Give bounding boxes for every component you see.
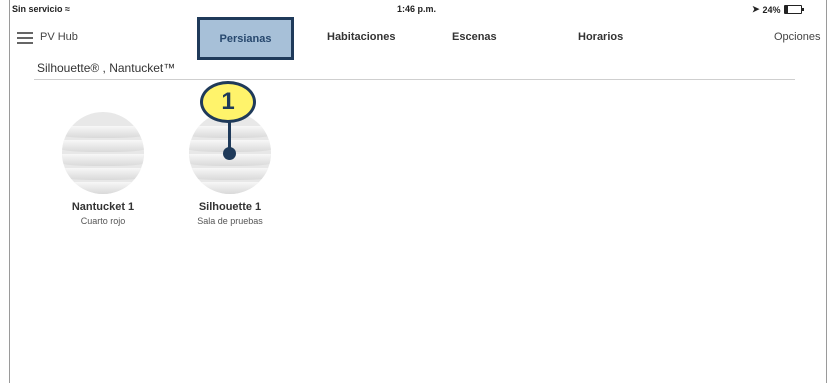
options-button[interactable]: Opciones [774,31,820,43]
tab-persianas[interactable]: Persianas [197,17,294,60]
callout-badge: 1 [200,81,256,123]
tab-horarios[interactable]: Horarios [578,31,623,43]
wifi-icon: ≈ [65,4,70,14]
battery-percent: 24% [762,4,781,15]
device-name: Silhouette 1 [198,201,262,213]
status-time: 1:46 p.m. [397,4,437,14]
device-room: Sala de pruebas [197,216,263,226]
filter-divider [34,79,795,80]
hub-name[interactable]: PV Hub [40,31,78,43]
device-room: Cuarto rojo [80,216,126,226]
battery-icon [783,5,804,14]
tab-habitaciones[interactable]: Habitaciones [327,31,395,43]
location-icon: ➤ [752,4,760,14]
carrier-label: Sin servicio [12,4,63,14]
menu-icon[interactable] [17,32,33,44]
product-filter[interactable]: Silhouette® , Nantucket™ [37,61,175,75]
status-carrier: Sin servicio ≈ [12,4,70,14]
device-card[interactable]: Nantucket 1 Cuarto rojo [48,112,158,226]
device-name: Nantucket 1 [71,201,135,213]
status-battery: ➤ 24% [752,4,804,15]
tab-escenas[interactable]: Escenas [452,31,497,43]
callout-pointer [228,122,231,148]
callout-dot [223,147,236,160]
shade-icon [62,112,144,194]
